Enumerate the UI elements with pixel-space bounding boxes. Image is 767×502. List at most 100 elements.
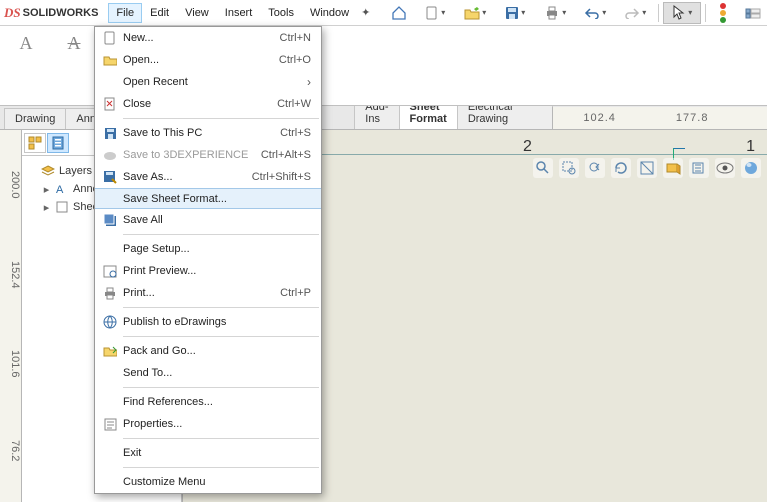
menubar: DS SOLIDWORKS File Edit View Insert Tool… (0, 0, 767, 26)
menu-item-label: Save to 3DEXPERIENCE (121, 149, 261, 161)
menu-item-save-sheet-format[interactable]: Save Sheet Format... (95, 188, 321, 209)
menu-item-label: Open Recent (121, 76, 307, 88)
twisty-icon[interactable]: ▸ (42, 201, 51, 214)
menu-item-print[interactable]: Print...Ctrl+P (95, 282, 321, 304)
menu-edit[interactable]: Edit (142, 3, 177, 23)
menu-item-label: Print Preview... (121, 265, 311, 277)
menu-item-send-to[interactable]: Send To... (95, 362, 321, 384)
menu-item-page-setup[interactable]: Page Setup... (95, 238, 321, 260)
preview-icon (99, 262, 121, 280)
menu-item-label: Publish to eDrawings (121, 316, 311, 328)
menu-item-shortcut: Ctrl+Shift+S (252, 171, 311, 183)
menu-item-properties[interactable]: Properties... (95, 413, 321, 435)
menu-item-save-as[interactable]: Save As...Ctrl+Shift+S (95, 166, 321, 188)
print-icon[interactable] (536, 2, 574, 24)
menu-insert[interactable]: Insert (217, 3, 261, 23)
layers-icon (41, 164, 55, 178)
menu-item-label: Save All (121, 214, 311, 226)
menu-item-save-all[interactable]: Save All (95, 209, 321, 231)
axis-label-2: 2 (523, 138, 532, 156)
ruler-mark: 102.4 (583, 112, 616, 124)
new-icon[interactable] (416, 2, 454, 24)
menu-item-shortcut: Ctrl+W (277, 98, 311, 110)
menu-item-find-references[interactable]: Find References... (95, 391, 321, 413)
rebuild-icon[interactable] (738, 2, 767, 24)
saveas-icon (99, 168, 121, 186)
select-icon[interactable] (663, 2, 701, 24)
menu-item-label: Customize Menu (121, 476, 311, 488)
home-icon[interactable] (384, 2, 414, 24)
menu-item-exit[interactable]: Exit (95, 442, 321, 464)
sidebar-tab-property-manager[interactable] (47, 133, 69, 153)
menu-separator (123, 438, 319, 439)
menu-item-save-to-this-pc[interactable]: Save to This PCCtrl+S (95, 122, 321, 144)
menu-view[interactable]: View (177, 3, 217, 23)
menu-item-new[interactable]: New...Ctrl+N (95, 27, 321, 49)
ruler-mark: 101.6 (0, 350, 21, 378)
hide-show-icon[interactable] (689, 158, 709, 178)
menu-item-shortcut: Ctrl+O (279, 54, 311, 66)
save-icon (99, 124, 121, 142)
rotate-icon[interactable] (611, 158, 631, 178)
menu-tools[interactable]: Tools (260, 3, 302, 23)
eye-icon[interactable] (715, 158, 735, 178)
menu-item-publish-to-edrawings[interactable]: Publish to eDrawings (95, 311, 321, 333)
qat-separator (705, 4, 706, 22)
menu-file[interactable]: File (108, 3, 142, 23)
zoom-area-icon[interactable] (559, 158, 579, 178)
section-icon[interactable] (637, 158, 657, 178)
appearance-icon[interactable] (741, 158, 761, 178)
svg-text:A: A (56, 184, 64, 195)
traffic-light-icon[interactable] (714, 3, 732, 23)
ds-logo-icon: DS (4, 5, 21, 21)
menu-item-label: Close (121, 98, 277, 110)
menu-window[interactable]: Window (302, 3, 357, 23)
zoom-prev-icon[interactable] (585, 158, 605, 178)
menu-item-open-recent[interactable]: Open Recent (95, 71, 321, 93)
blank-icon (99, 473, 121, 491)
menu-separator (123, 234, 319, 235)
cloud-icon (99, 146, 121, 164)
menu-item-label: Open... (121, 54, 279, 66)
menu-item-shortcut: Ctrl+Alt+S (261, 149, 311, 161)
display-style-icon[interactable] (663, 158, 683, 178)
menu-item-label: Save As... (121, 171, 252, 183)
menu-item-pack-and-go[interactable]: Pack and Go... (95, 340, 321, 362)
menu-item-shortcut: Ctrl+S (280, 127, 311, 139)
ribbon-font-a-strike[interactable]: A (54, 30, 94, 103)
redo-icon[interactable] (616, 2, 654, 24)
menu-separator (123, 467, 319, 468)
undo-icon[interactable] (576, 2, 614, 24)
annotation-icon: A (55, 182, 69, 196)
pin-icon[interactable]: ✦ (361, 6, 370, 19)
menu-item-close[interactable]: CloseCtrl+W (95, 93, 321, 115)
app-name: SOLIDWORKS (23, 7, 99, 19)
menu-item-print-preview[interactable]: Print Preview... (95, 260, 321, 282)
ribbon-font-a[interactable]: A (6, 30, 46, 103)
heads-up-view-toolbar (533, 158, 761, 178)
twisty-icon[interactable]: ▸ (42, 183, 51, 196)
menu-separator (123, 387, 319, 388)
app-logo: DS SOLIDWORKS (4, 5, 98, 21)
menu-item-save-to-3dexperience: Save to 3DEXPERIENCECtrl+Alt+S (95, 144, 321, 166)
menu-item-open[interactable]: Open...Ctrl+O (95, 49, 321, 71)
menu-separator (123, 118, 319, 119)
print-icon (99, 284, 121, 302)
menu-item-customize-menu[interactable]: Customize Menu (95, 471, 321, 493)
save-icon[interactable] (496, 2, 534, 24)
blank-icon (99, 444, 121, 462)
menu-item-label: Exit (121, 447, 311, 459)
sidebar-tab-feature-tree[interactable] (24, 133, 46, 153)
tab-drawing[interactable]: Drawing (4, 108, 66, 129)
ruler-horizontal: 102.4 177.8 200.0 (552, 107, 767, 129)
zoom-fit-icon[interactable] (533, 158, 553, 178)
open-icon (99, 51, 121, 69)
menu-item-shortcut: Ctrl+P (280, 287, 311, 299)
ruler-mark: 76.2 (0, 440, 21, 461)
open-icon[interactable] (456, 2, 494, 24)
menu-item-label: Save to This PC (121, 127, 280, 139)
props-icon (99, 415, 121, 433)
blank-icon (99, 393, 121, 411)
saveall-icon (99, 211, 121, 229)
ruler-mark: 177.8 (676, 112, 709, 124)
